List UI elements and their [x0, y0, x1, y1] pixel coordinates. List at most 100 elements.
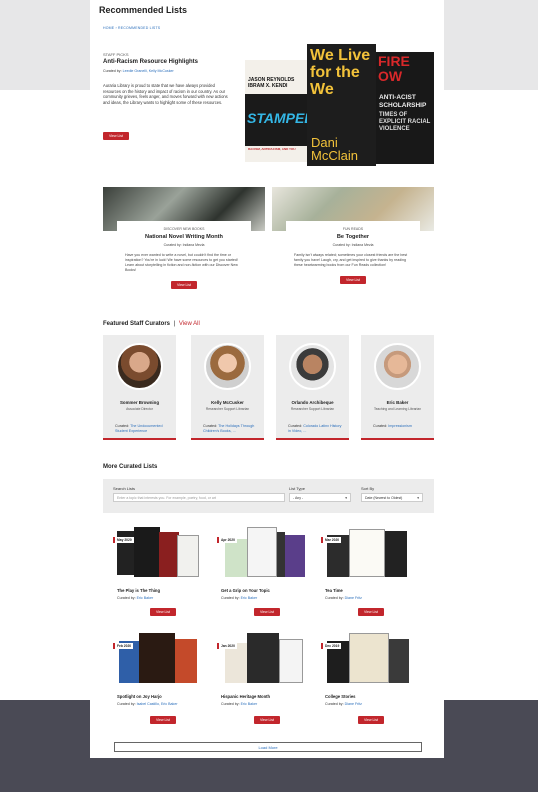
curator-card-orlando[interactable]: Orlando Archibeque Researcher Support Li… [276, 335, 349, 440]
book-cover [349, 633, 389, 683]
list-curator-link[interactable]: Isabel Castillo, Eric Baker [137, 702, 178, 706]
curator-name: Eric Baker [386, 400, 409, 405]
curator-list: Curated: Colorado Latinx History in Vide… [288, 424, 344, 434]
curator-list: Curated: Impressionism [373, 424, 429, 429]
curated-label: Curated by: [103, 69, 122, 73]
list-title[interactable]: Get a Grip on Your Topic [221, 588, 270, 593]
curators-title: Featured Staff Curators [103, 321, 171, 327]
book-cover [225, 539, 247, 577]
book-title: FIRE OW [378, 53, 410, 84]
list-view-button[interactable]: View List [150, 608, 176, 616]
curator-name: Kelly McCusker [211, 400, 244, 405]
sort-value: Date (Newest to Oldest) [365, 496, 403, 500]
curated-label: Curated by: [325, 702, 344, 706]
date-badge: Apr 2020 [217, 537, 237, 543]
curator-list-link[interactable]: Impressionism [388, 424, 412, 428]
curator-card-kelly[interactable]: Kelly McCusker Researcher Support Librar… [191, 335, 264, 440]
book-cover [279, 639, 303, 683]
book-cover [225, 643, 247, 683]
hero-description: Auraria Library is proud to state that w… [103, 83, 228, 106]
feature-kicker: FUN READS [342, 227, 364, 231]
hero-view-list-button[interactable]: View List [103, 132, 129, 140]
breadcrumb: HOME › RECOMMENDED LISTS [103, 26, 160, 30]
list-cover-tea[interactable]: Mar 2020 [321, 527, 421, 577]
curator-card-eric[interactable]: Eric Baker Teaching and Learning Librari… [361, 335, 434, 440]
date-badge: Mar 2020 [321, 537, 342, 543]
feature-title[interactable]: National Novel Writing Month [117, 234, 251, 240]
book-subtitle: ANTI-ACIST SCHOLARSHIP [379, 94, 427, 109]
book-cover [285, 535, 305, 577]
list-title[interactable]: The Play is The Thing [117, 588, 160, 593]
curated-label: Curated: [203, 424, 218, 428]
hero-curated-by: Curated by: Leedie Granelli, Kelly McCus… [103, 69, 174, 73]
feature-description: Family isn't always related; sometimes y… [294, 253, 408, 267]
curator-role: Associate Director [126, 407, 153, 411]
list-view-button[interactable]: View List [358, 608, 384, 616]
list-title[interactable]: Hispanic Heritage Month [221, 694, 270, 699]
list-cover-college[interactable]: Dec 2019 [321, 633, 421, 683]
list-curated-by: Curated by: Eric Baker [117, 596, 153, 600]
curators-heading: Featured Staff Curators | View All [103, 321, 200, 327]
curated-label: Curated by: [221, 596, 240, 600]
list-curated-by: Curated by: Diane Fritz [325, 596, 362, 600]
feature-curated-by: Curated by: Indiana Mezla [163, 243, 205, 247]
breadcrumb-home[interactable]: HOME [103, 26, 114, 30]
date-badge: Dec 2019 [321, 643, 342, 649]
hero-curators-link[interactable]: Leedie Granelli, Kelly McCusker [123, 69, 174, 73]
sort-label: Sort By [361, 486, 375, 491]
curator-name: Orlando Archibeque [291, 400, 334, 405]
list-title[interactable]: College Stories [325, 694, 355, 699]
list-curator-link[interactable]: Eric Baker [241, 702, 258, 706]
feature-view-list-button[interactable]: View List [340, 276, 366, 284]
breadcrumb-current[interactable]: RECOMMENDED LISTS [118, 26, 160, 30]
hero-book-fire[interactable]: FIRE OW ANTI-ACIST SCHOLARSHIP TIMES OF … [376, 52, 434, 164]
list-curator-link[interactable]: Eric Baker [241, 596, 258, 600]
book-title: STAMPED [247, 110, 307, 126]
load-more-button[interactable]: Load More [114, 742, 422, 752]
list-curated-by: Curated by: Isabel Castillo, Eric Baker [117, 702, 178, 706]
list-type-select[interactable]: - Any - ▾ [289, 493, 351, 502]
list-curator-link[interactable]: Diane Fritz [345, 702, 362, 706]
list-view-button[interactable]: View List [358, 716, 384, 724]
sort-select[interactable]: Date (Newest to Oldest) ▾ [361, 493, 423, 502]
list-title[interactable]: Spotlight on Joy Harjo [117, 694, 162, 699]
list-cover-play[interactable]: May 2020 [113, 527, 213, 577]
more-lists-title: More Curated Lists [103, 464, 158, 470]
book-cover [134, 527, 160, 577]
list-cover-grip[interactable]: Apr 2020 [217, 527, 317, 577]
search-panel: Search Lists Enter a topic that interest… [103, 479, 434, 513]
book-cover [247, 527, 277, 577]
hero-kicker: STAFF PICKS [103, 52, 129, 57]
curated-label: Curated: [288, 424, 303, 428]
list-view-button[interactable]: View List [150, 716, 176, 724]
avatar [374, 343, 421, 390]
curated-label: Curated by: [117, 702, 136, 706]
view-all-link[interactable]: View All [179, 321, 200, 327]
book-subtitle: RACISM, ANTIRACISM, AND YOU [248, 147, 296, 151]
feature-view-list-button[interactable]: View List [171, 281, 197, 289]
feature-curated-by: Curated by: Indiana Mezla [332, 243, 374, 247]
list-cover-harjo[interactable]: Feb 2020 [113, 633, 213, 683]
list-curator-link[interactable]: Eric Baker [137, 596, 154, 600]
curated-label: Curated by: [221, 702, 240, 706]
book-author: Dani McClain [311, 135, 358, 163]
hero-book-stamped[interactable]: JASON REYNOLDS IBRAM X. KENDI STAMPED RA… [245, 60, 307, 162]
list-view-button[interactable]: View List [254, 608, 280, 616]
list-cover-hispanic[interactable]: Jan 2020 [217, 633, 317, 683]
search-input[interactable]: Enter a topic that interests you. For ex… [113, 493, 285, 502]
date-badge: May 2020 [113, 537, 134, 543]
feature-description: Have you ever wanted to write a novel, b… [125, 253, 238, 272]
book-cover [139, 633, 175, 683]
hero-book-we-live[interactable]: We Live for the We Dani McClain [307, 44, 376, 166]
list-title[interactable]: Tea Time [325, 588, 343, 593]
list-curator-link[interactable]: Diane Fritz [345, 596, 362, 600]
curator-role: Teaching and Learning Librarian [373, 407, 422, 411]
curator-card-sommer[interactable]: Sommer Browning Associate Director Curat… [103, 335, 176, 440]
curated-label: Curated by: [117, 596, 136, 600]
hero-title[interactable]: Anti-Racism Resource Highlights [103, 59, 198, 65]
list-view-button[interactable]: View List [254, 716, 280, 724]
curator-name: Sommer Browning [119, 400, 160, 405]
book-cover [389, 639, 409, 683]
list-type-label: List Type [289, 486, 305, 491]
feature-title[interactable]: Be Together [286, 234, 420, 240]
